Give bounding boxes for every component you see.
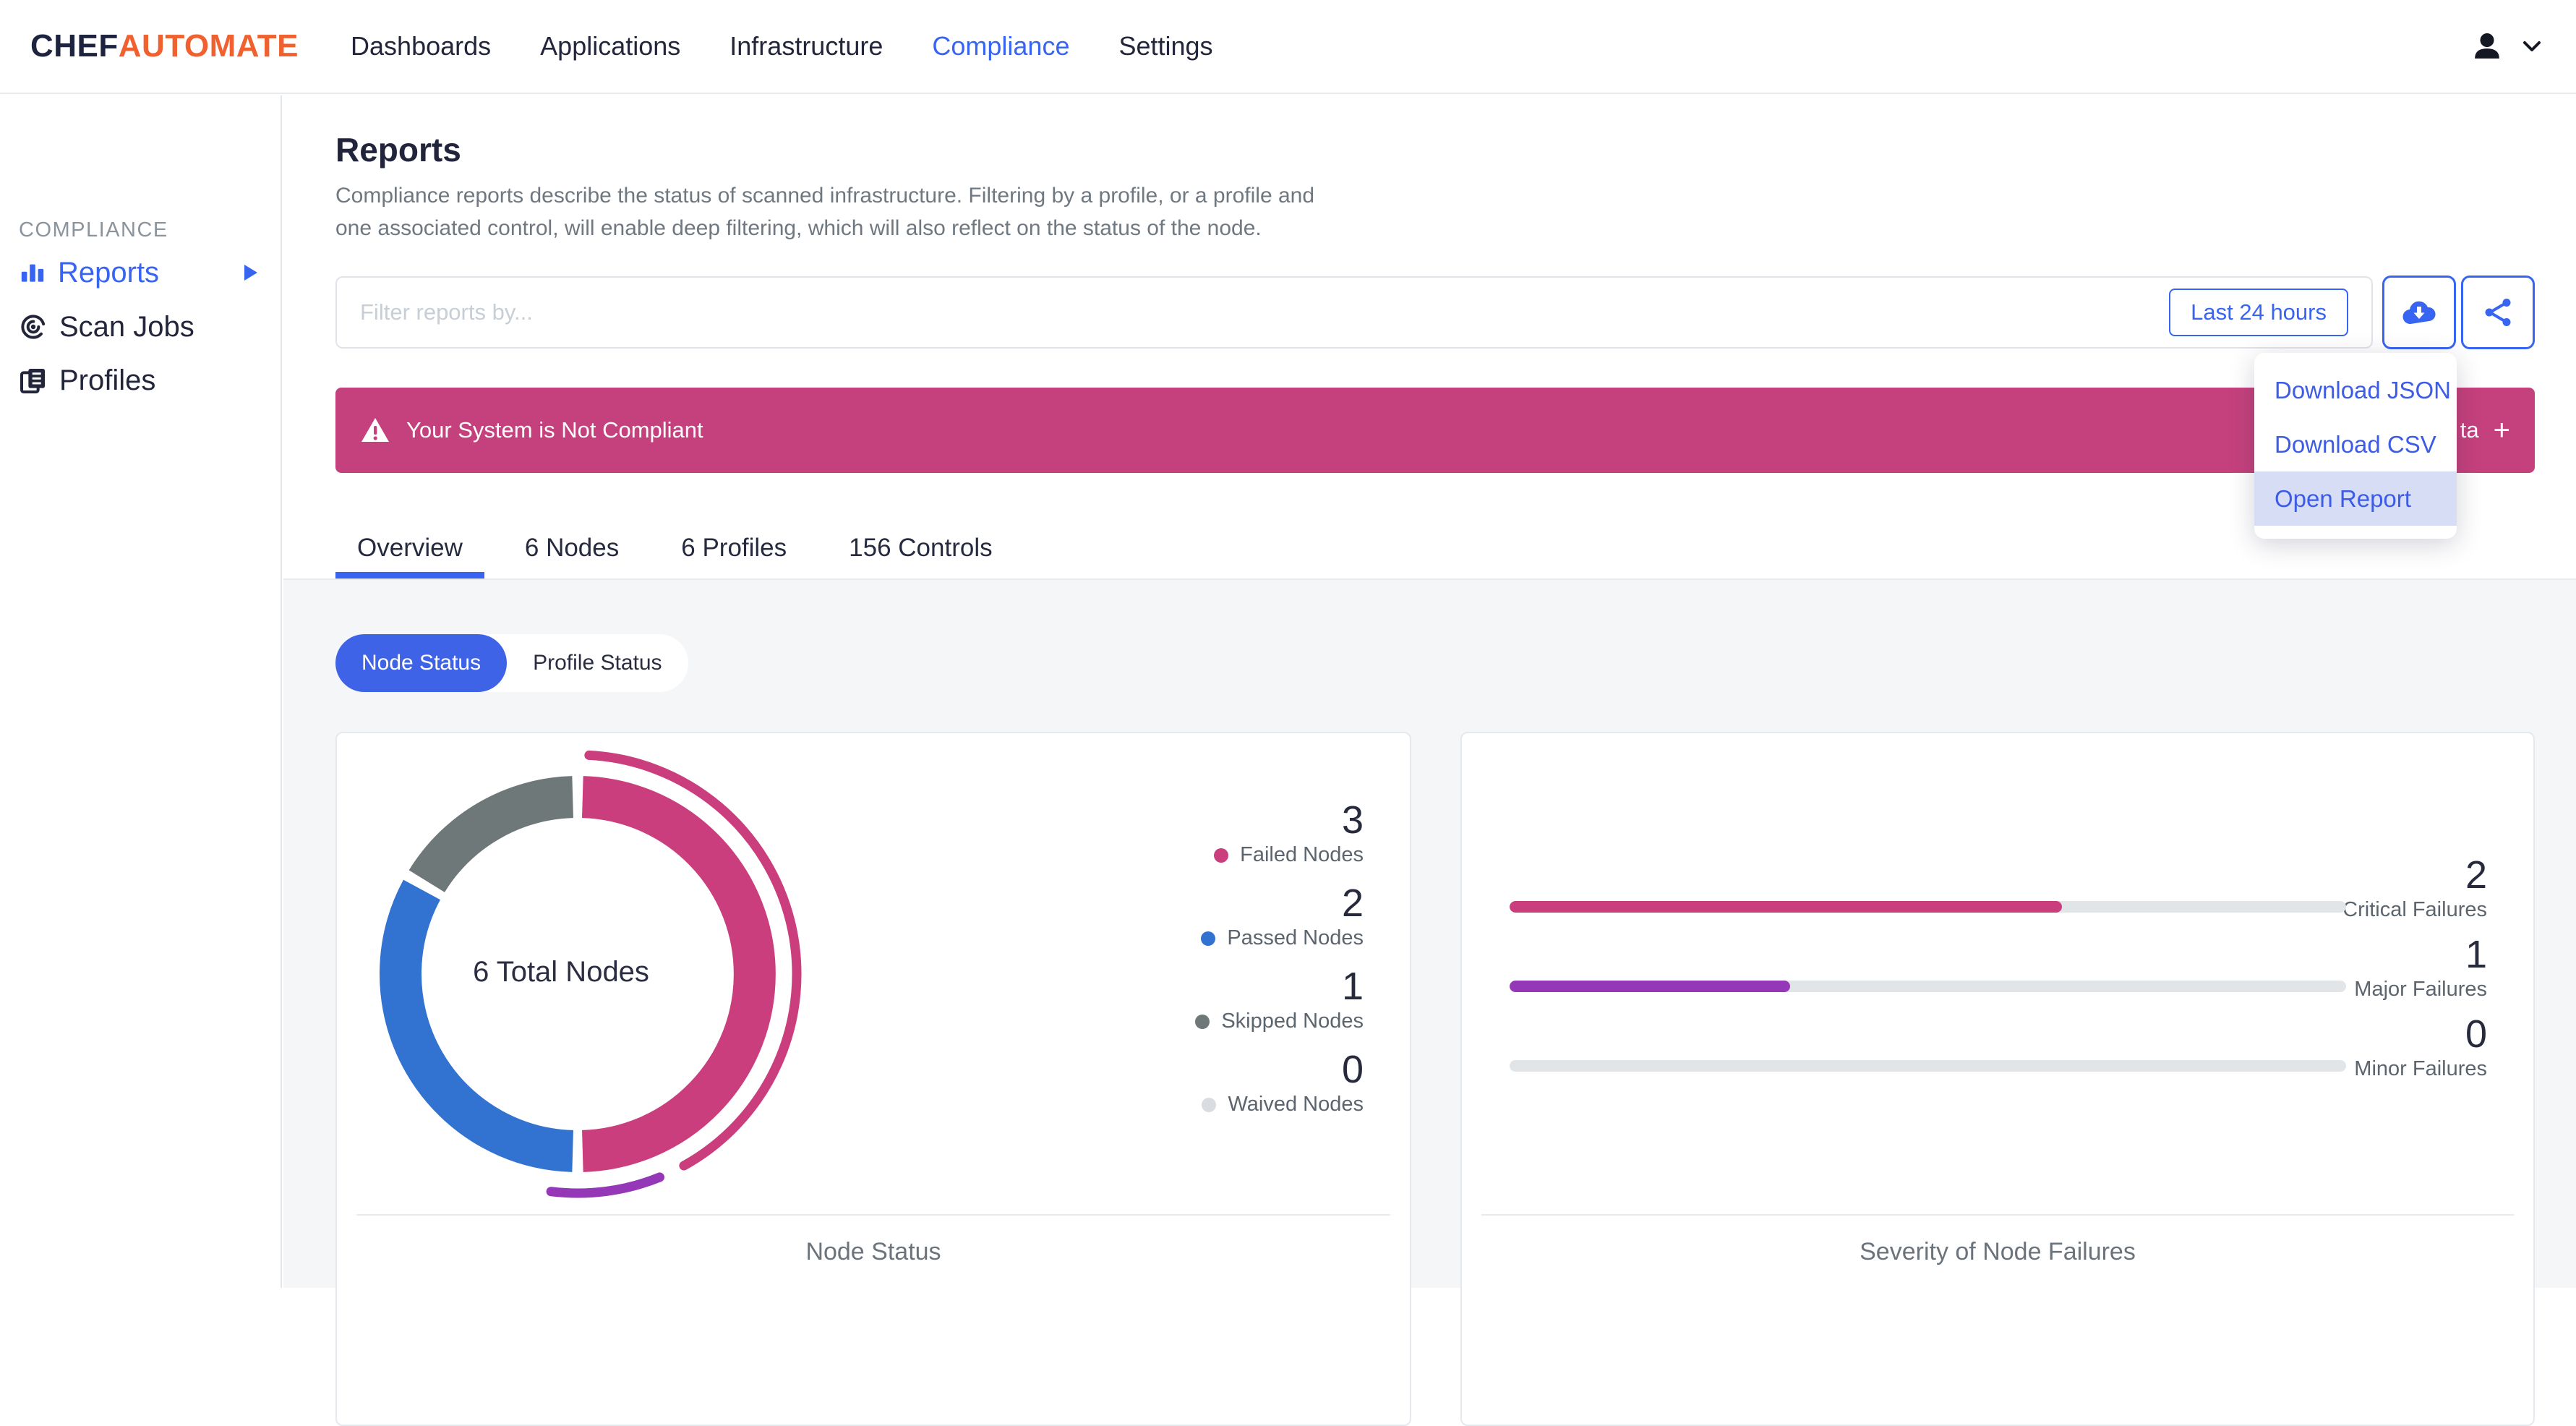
donut-center-label: 6 Total Nodes bbox=[473, 956, 649, 988]
toggle-option-profile-status[interactable]: Profile Status bbox=[507, 634, 688, 692]
minor-bar-track bbox=[1510, 1060, 2346, 1072]
page-title: Reports bbox=[335, 131, 461, 168]
legend-row-failed: 3 Failed Nodes bbox=[1195, 800, 1364, 867]
download-report-button[interactable] bbox=[2382, 276, 2456, 349]
bar-chart-icon bbox=[19, 259, 46, 286]
card-divider bbox=[356, 1214, 1390, 1216]
filter-bar: Last 24 hours bbox=[335, 276, 2373, 349]
banner-right: ta + bbox=[2460, 414, 2510, 447]
radar-icon bbox=[19, 312, 48, 341]
sidebar-item-label: Profiles bbox=[59, 364, 156, 396]
failed-dot-icon bbox=[1214, 848, 1229, 863]
waived-dot-icon bbox=[1202, 1097, 1217, 1112]
major-count: 1 bbox=[2465, 933, 2487, 976]
banner-text-fragment: ta bbox=[2460, 417, 2479, 443]
compliance-banner: Your System is Not Compliant ta + bbox=[335, 388, 2535, 473]
tab-nodes[interactable]: 6 Nodes bbox=[503, 513, 641, 578]
user-menu-button[interactable] bbox=[2470, 30, 2546, 63]
legend-value: 1 bbox=[1341, 965, 1364, 1008]
donut-legend: 3 Failed Nodes 2 Passed Nodes 1 Skipped … bbox=[1195, 800, 1364, 1132]
banner-text: Your System is Not Compliant bbox=[406, 417, 703, 443]
legend-row-passed: 2 Passed Nodes bbox=[1195, 883, 1364, 950]
sidebar-item-profiles[interactable]: Profiles bbox=[0, 358, 281, 403]
node-status-card: 6 Total Nodes 3 Failed Nodes 2 Passed No… bbox=[335, 732, 1411, 1426]
legend-value: 3 bbox=[1341, 798, 1364, 842]
sidebar: COMPLIANCE Reports Scan Jobs Profiles bbox=[0, 95, 282, 1288]
major-bar-track bbox=[1510, 981, 2346, 992]
menu-item-download-csv[interactable]: Download CSV bbox=[2254, 417, 2457, 471]
sidebar-item-reports[interactable]: Reports bbox=[0, 250, 281, 295]
sidebar-item-label: Reports bbox=[58, 256, 160, 289]
sidebar-item-label: Scan Jobs bbox=[59, 310, 194, 343]
menu-item-open-report[interactable]: Open Report bbox=[2254, 471, 2457, 526]
page-description-line2: one associated control, will enable deep… bbox=[335, 216, 1262, 240]
node-status-card-title: Node Status bbox=[805, 1238, 941, 1265]
nav-item-dashboards[interactable]: Dashboards bbox=[351, 31, 491, 61]
toggle-option-node-status[interactable]: Node Status bbox=[335, 634, 508, 692]
report-tabs: Overview 6 Nodes 6 Profiles 156 Controls bbox=[335, 513, 1033, 578]
brand-chef: CHEF bbox=[30, 28, 119, 64]
main-nav: Dashboards Applications Infrastructure C… bbox=[351, 31, 1213, 61]
sidebar-section-label: COMPLIANCE bbox=[19, 218, 168, 242]
severity-card: 2 Critical Failures 1 Major Failures 0 M… bbox=[1460, 732, 2535, 1426]
tab-profiles[interactable]: 6 Profiles bbox=[659, 513, 808, 578]
menu-item-download-json[interactable]: Download JSON bbox=[2254, 363, 2457, 417]
major-bar-fill bbox=[1510, 981, 1790, 992]
filter-reports-input[interactable] bbox=[337, 279, 2170, 346]
sidebar-item-scan-jobs[interactable]: Scan Jobs bbox=[0, 304, 281, 349]
nav-item-compliance[interactable]: Compliance bbox=[932, 31, 1069, 61]
nav-item-applications[interactable]: Applications bbox=[540, 31, 680, 61]
major-label: Major Failures bbox=[2354, 978, 2487, 1001]
legend-label: Waived Nodes bbox=[1228, 1093, 1364, 1116]
chevron-down-icon bbox=[2522, 40, 2541, 53]
passed-dot-icon bbox=[1201, 931, 1216, 946]
legend-row-waived: 0 Waived Nodes bbox=[1195, 1049, 1364, 1117]
legend-label: Passed Nodes bbox=[1227, 926, 1364, 949]
nav-item-infrastructure[interactable]: Infrastructure bbox=[729, 31, 883, 61]
brand-logo[interactable]: CHEFAUTOMATE bbox=[30, 28, 299, 64]
status-toggle: Node Status Profile Status bbox=[335, 634, 688, 692]
legend-label: Skipped Nodes bbox=[1221, 1009, 1364, 1033]
legend-label: Failed Nodes bbox=[1240, 843, 1364, 866]
banner-plus-button[interactable]: + bbox=[2494, 414, 2510, 447]
critical-bar-track bbox=[1510, 901, 2346, 913]
critical-label: Critical Failures bbox=[2342, 898, 2487, 921]
critical-bar-fill bbox=[1510, 901, 2062, 913]
minor-label: Minor Failures bbox=[2354, 1057, 2487, 1080]
nav-item-settings[interactable]: Settings bbox=[1118, 31, 1212, 61]
skipped-dot-icon bbox=[1195, 1014, 1210, 1029]
cloud-download-icon bbox=[2400, 298, 2438, 327]
severity-card-title: Severity of Node Failures bbox=[1860, 1238, 2136, 1265]
warning-icon bbox=[360, 417, 390, 444]
critical-count: 2 bbox=[2465, 853, 2487, 897]
download-menu: Download JSON Download CSV Open Report bbox=[2254, 353, 2457, 539]
time-range-button[interactable]: Last 24 hours bbox=[2169, 289, 2348, 336]
card-divider bbox=[1481, 1214, 2514, 1216]
share-icon bbox=[2481, 296, 2515, 329]
brand-automate: AUTOMATE bbox=[118, 28, 299, 64]
page-description-line1: Compliance reports describe the status o… bbox=[335, 184, 1315, 208]
minor-count: 0 bbox=[2465, 1012, 2487, 1056]
page-description: Compliance reports describe the status o… bbox=[335, 179, 1314, 244]
person-icon bbox=[2470, 30, 2504, 63]
share-button[interactable] bbox=[2461, 276, 2535, 349]
top-nav: CHEFAUTOMATE Dashboards Applications Inf… bbox=[0, 0, 2576, 94]
tab-controls[interactable]: 156 Controls bbox=[827, 513, 1014, 578]
tab-overview[interactable]: Overview bbox=[335, 513, 484, 578]
legend-row-skipped: 1 Skipped Nodes bbox=[1195, 966, 1364, 1033]
documents-icon bbox=[19, 366, 48, 395]
legend-value: 0 bbox=[1341, 1048, 1364, 1091]
legend-value: 2 bbox=[1341, 881, 1364, 925]
chevron-right-icon[interactable] bbox=[241, 262, 260, 283]
